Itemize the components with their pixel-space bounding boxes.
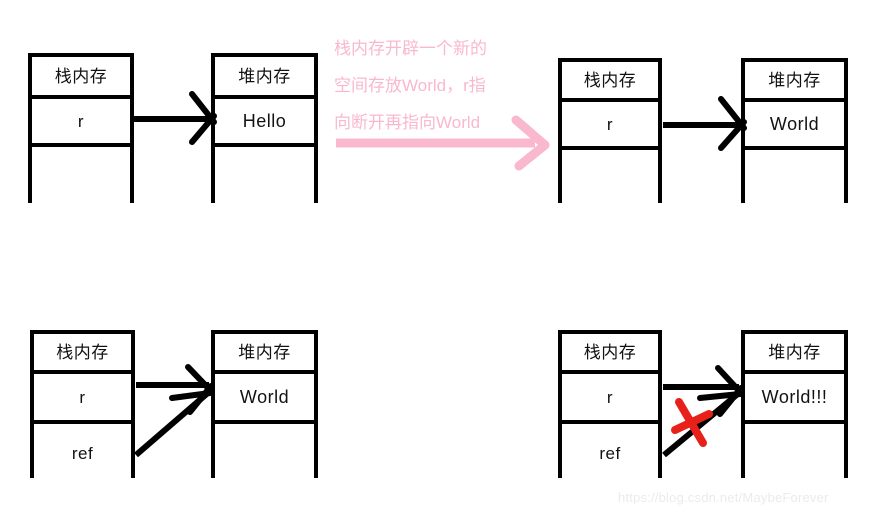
heap-value-label: World!!! — [761, 387, 828, 407]
heap-empty-row — [215, 424, 314, 482]
heap-header-label: 堆内存 — [238, 342, 291, 362]
heap-header-row: 堆内存 — [745, 62, 844, 102]
stack-header-row: 栈内存 — [562, 334, 658, 374]
stack-var-label-ref: ref — [599, 443, 621, 463]
heap-value-row: World!!! — [745, 374, 844, 424]
arrow-r-to-world-bottom-right — [663, 365, 745, 417]
stack-empty-row — [32, 147, 130, 203]
stack-var-row-r: r — [34, 374, 131, 424]
annotation-line-3: 向断开再指向World — [334, 113, 481, 132]
stack-var-label-r: r — [606, 114, 614, 134]
heap-header-row: 堆内存 — [215, 57, 314, 99]
stack-header-label: 栈内存 — [54, 66, 108, 86]
stack-box-bottom-right: 栈内存 r ref — [558, 330, 662, 482]
heap-box-top-right: 堆内存 World — [741, 58, 848, 203]
broken-reference-cross-icon — [671, 398, 713, 447]
heap-value-row: World — [745, 102, 844, 150]
heap-empty-row — [745, 424, 844, 482]
arrow-ref-to-world-bottom-right — [662, 390, 743, 458]
stack-empty-row — [562, 150, 658, 203]
heap-header-row: 堆内存 — [745, 334, 844, 374]
stack-var-row-r: r — [32, 99, 130, 147]
stack-var-row-ref: ref — [34, 424, 131, 482]
heap-header-label: 堆内存 — [768, 70, 821, 90]
heap-box-bottom-right: 堆内存 World!!! — [741, 330, 848, 482]
heap-box-bottom-left: 堆内存 World — [211, 330, 318, 482]
annotation-line-2: 空间存放World，r指 — [334, 76, 486, 95]
stack-header-row: 栈内存 — [34, 334, 131, 374]
stack-header-label: 栈内存 — [583, 70, 637, 90]
stack-var-row-ref: ref — [562, 424, 658, 482]
stack-header-label: 栈内存 — [56, 342, 109, 362]
stack-var-label-r: r — [77, 111, 85, 131]
stack-box-top-right: 栈内存 r — [558, 58, 662, 203]
arrow-r-to-world-bottom-left — [136, 364, 215, 415]
arrow-r-to-world-top-right — [663, 96, 747, 151]
heap-value-row: World — [215, 374, 314, 424]
stack-header-label: 栈内存 — [583, 342, 637, 362]
heap-value-row: Hello — [215, 99, 314, 147]
stack-var-label-ref: ref — [71, 443, 94, 463]
watermark-url: https://blog.csdn.net/MaybeForever — [618, 490, 829, 505]
stack-var-row-r: r — [562, 102, 658, 150]
heap-empty-row — [215, 147, 314, 203]
heap-header-label: 堆内存 — [238, 66, 291, 86]
diagram-canvas: 栈内存 r 堆内存 Hello 栈内存 r 堆内存 World 栈内存 r re… — [0, 0, 880, 514]
stack-var-label-r: r — [79, 387, 86, 407]
stack-box-bottom-left: 栈内存 r ref — [30, 330, 135, 482]
heap-header-label: 堆内存 — [768, 342, 821, 362]
annotation-line-1: 栈内存开辟一个新的 — [334, 39, 487, 58]
stack-var-label-r: r — [606, 387, 614, 407]
stack-header-row: 栈内存 — [562, 62, 658, 102]
heap-box-top-left: 堆内存 Hello — [211, 53, 318, 203]
heap-header-row: 堆内存 — [215, 334, 314, 374]
heap-value-label: World — [239, 387, 290, 407]
stack-var-row-r: r — [562, 374, 658, 424]
stack-header-row: 栈内存 — [32, 57, 130, 99]
arrow-ref-to-world-bottom-left — [134, 389, 213, 458]
stack-box-top-left: 栈内存 r — [28, 53, 134, 203]
heap-value-label: Hello — [242, 111, 287, 131]
arrow-r-to-hello-top-left — [134, 91, 217, 145]
heap-empty-row — [745, 150, 844, 203]
heap-value-label: World — [769, 114, 820, 134]
